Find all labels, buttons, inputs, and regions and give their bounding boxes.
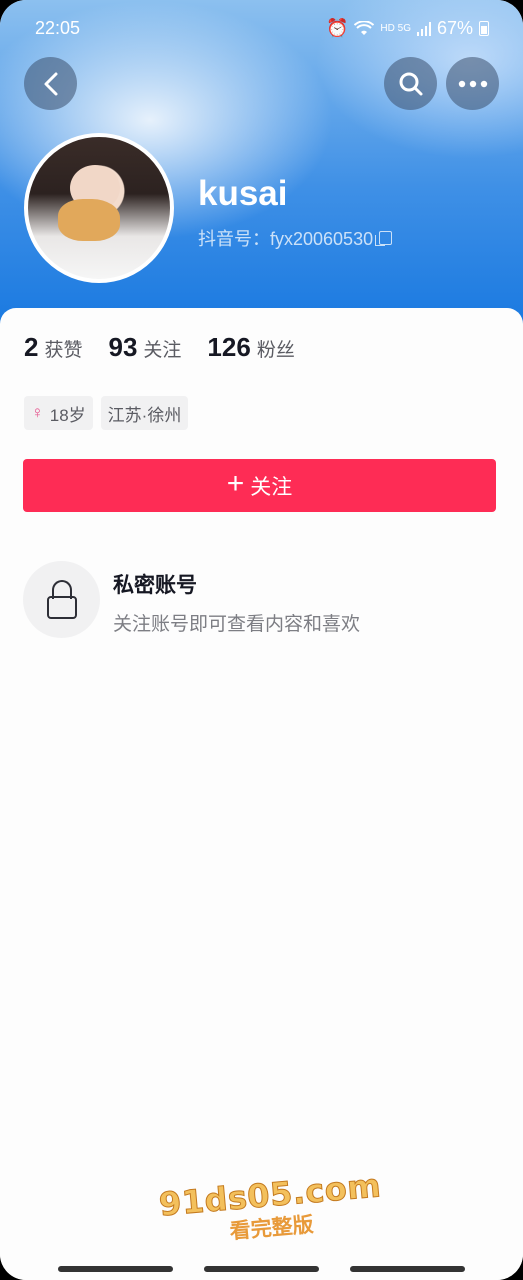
follow-button[interactable]: + 关注 bbox=[23, 459, 496, 512]
status-time: 22:05 bbox=[35, 18, 81, 38]
plus-icon: + bbox=[226, 467, 245, 500]
gesture-bar-right bbox=[350, 1266, 465, 1272]
profile-screen: 22:05 ⏰ HD 5G 67% kusai 抖音号：fyx20060530 … bbox=[0, 0, 523, 1280]
stat-likes-num: 2 bbox=[24, 332, 39, 362]
female-icon: ♀ bbox=[31, 403, 44, 422]
tags-row: ♀ 18岁 江苏·徐州 bbox=[24, 396, 189, 430]
stat-followers-label: 粉丝 bbox=[256, 340, 295, 361]
battery-icon bbox=[479, 21, 489, 36]
location-tag: 江苏·徐州 bbox=[100, 396, 189, 430]
search-icon bbox=[399, 72, 422, 95]
copy-icon[interactable] bbox=[375, 231, 393, 246]
age-text: 18岁 bbox=[49, 405, 86, 425]
signal-icon bbox=[416, 21, 431, 36]
more-button[interactable] bbox=[446, 57, 499, 110]
avatar-bread bbox=[58, 199, 120, 241]
more-icon bbox=[458, 80, 487, 87]
username: kusai bbox=[198, 174, 288, 213]
douyin-id: 抖音号：fyx20060530 bbox=[198, 229, 374, 249]
alarm-icon: ⏰ bbox=[325, 18, 349, 38]
stats-row: 2 获赞 93 关注 126 粉丝 bbox=[24, 332, 321, 363]
search-button[interactable] bbox=[384, 57, 437, 110]
wifi-icon bbox=[354, 20, 375, 35]
stat-following[interactable]: 93 关注 bbox=[108, 332, 181, 363]
network-label: HD 5G bbox=[380, 23, 411, 34]
follow-button-label: 关注 bbox=[250, 475, 293, 499]
stat-followers-num: 126 bbox=[207, 332, 251, 362]
private-title: 私密账号 bbox=[113, 574, 197, 597]
status-bar: 22:05 ⏰ HD 5G 67% bbox=[0, 16, 523, 42]
douyin-id-row[interactable]: 抖音号：fyx20060530 bbox=[198, 225, 393, 251]
stat-likes-label: 获赞 bbox=[44, 340, 83, 361]
stat-following-label: 关注 bbox=[143, 340, 182, 361]
stat-likes[interactable]: 2 获赞 bbox=[24, 332, 82, 363]
age-tag: ♀ 18岁 bbox=[24, 396, 93, 430]
stat-following-num: 93 bbox=[108, 332, 138, 362]
lock-icon bbox=[23, 561, 100, 638]
gesture-bar-left bbox=[58, 1266, 173, 1272]
lock-body bbox=[47, 596, 77, 619]
private-account-notice: 私密账号 关注账号即可查看内容和喜欢 bbox=[23, 561, 493, 641]
avatar[interactable] bbox=[24, 133, 174, 283]
status-right: ⏰ HD 5G 67% bbox=[326, 18, 489, 39]
back-button[interactable] bbox=[24, 57, 77, 110]
private-description: 关注账号即可查看内容和喜欢 bbox=[113, 614, 361, 635]
battery-percent: 67% bbox=[436, 18, 473, 38]
location-text: 江苏·徐州 bbox=[107, 405, 182, 425]
profile-card: 2 获赞 93 关注 126 粉丝 ♀ 18岁 江苏·徐州 + 关注 私密账号 … bbox=[0, 308, 523, 1280]
stat-followers[interactable]: 126 粉丝 bbox=[207, 332, 294, 363]
gesture-bar-center bbox=[204, 1266, 319, 1272]
back-icon bbox=[44, 72, 57, 95]
